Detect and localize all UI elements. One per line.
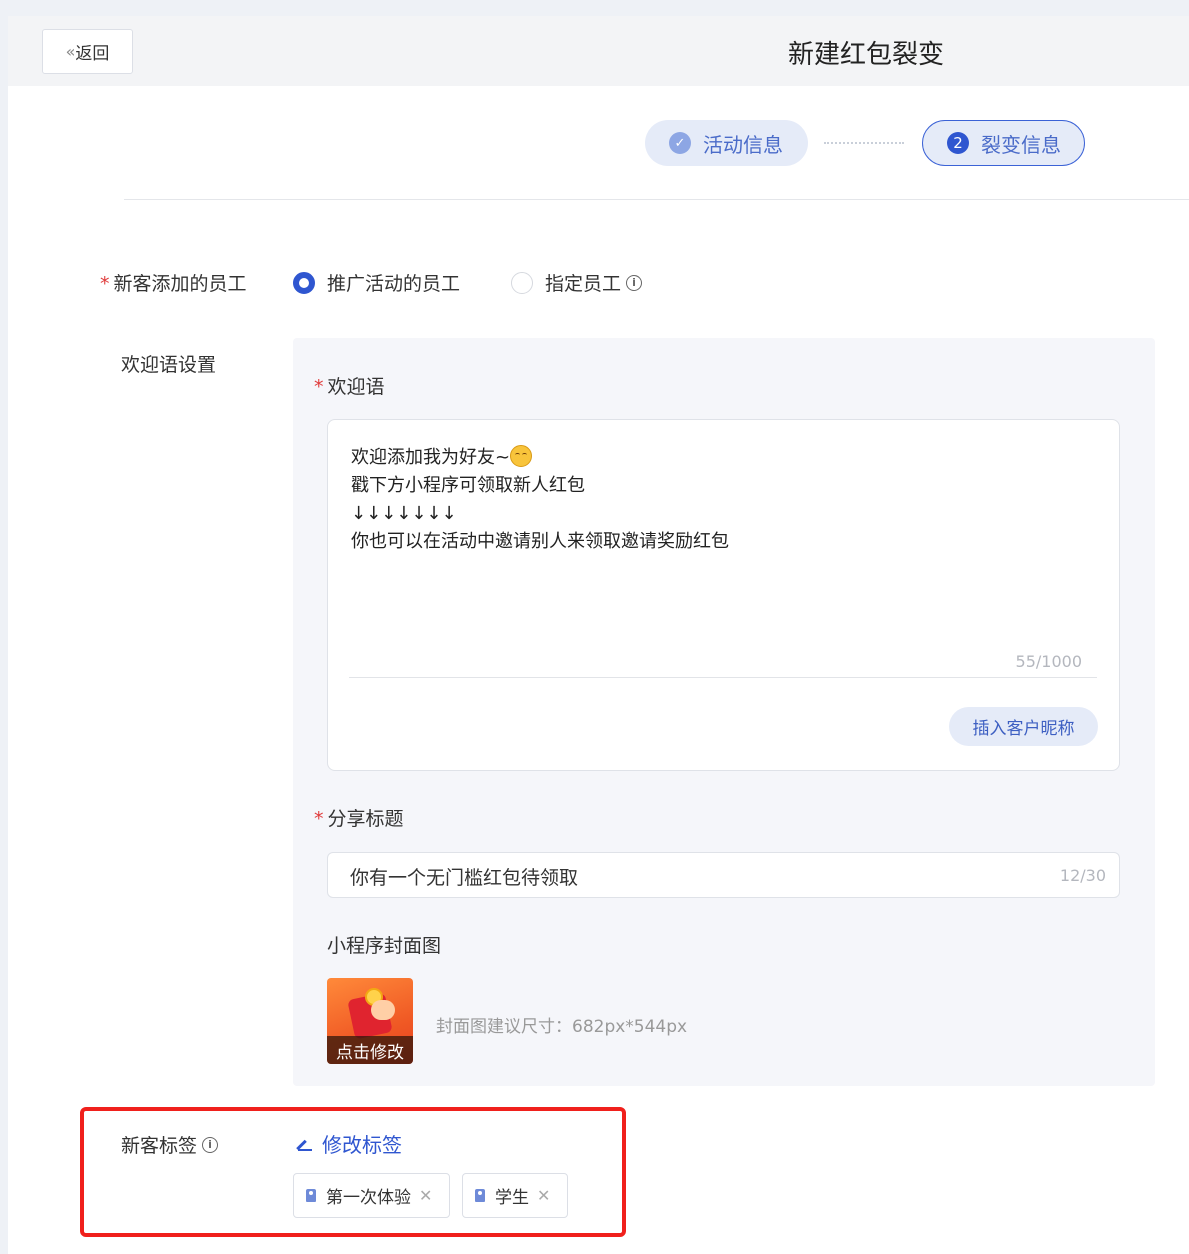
back-label: 返回 <box>75 44 110 64</box>
required-mark: * <box>100 273 110 295</box>
double-chevron-left-icon: ‹‹ <box>65 42 76 61</box>
radio-checked-icon <box>293 271 315 294</box>
top-bar: ‹‹ 返回 新建红包裂变 <box>8 16 1189 86</box>
share-title-counter: 12/30 <box>1059 866 1106 885</box>
check-icon: ✓ <box>669 132 691 154</box>
info-icon[interactable]: i <box>626 274 643 291</box>
welcome-section-label: 欢迎语设置 <box>121 354 217 376</box>
back-button[interactable]: ‹‹ 返回 <box>42 29 133 74</box>
smile-emoji-icon <box>510 445 533 467</box>
step-label: 裂变信息 <box>981 132 1061 157</box>
divider <box>124 199 1189 200</box>
cover-size-hint: 封面图建议尺寸：682px*544px <box>436 1017 688 1037</box>
step-fission-info[interactable]: 2 裂变信息 <box>922 120 1085 166</box>
step-connector <box>824 142 904 144</box>
staff-label: * 新客添加的员工 <box>100 273 247 295</box>
hand-icon <box>371 1000 395 1020</box>
share-title-label: * 分享标题 <box>314 808 404 830</box>
welcome-settings-panel: * 欢迎语 欢迎添加我为好友~ 戳下方小程序可领取新人红包 ↓↓↓↓↓↓↓ 你也可… <box>293 338 1155 1086</box>
step-number: 2 <box>947 132 969 154</box>
welcome-field-label: * 欢迎语 <box>314 376 385 398</box>
welcome-char-counter: 55/1000 <box>1015 652 1082 671</box>
cover-image[interactable]: 点击修改 <box>327 978 413 1064</box>
welcome-textarea[interactable]: 欢迎添加我为好友~ 戳下方小程序可领取新人红包 ↓↓↓↓↓↓↓ 你也可以在活动中… <box>327 419 1120 771</box>
step-label: 活动信息 <box>703 132 783 157</box>
page-title: 新建红包裂变 <box>787 40 944 70</box>
radio-promo-staff[interactable]: 推广活动的员工 <box>293 269 460 296</box>
insert-nickname-button[interactable]: 插入客户昵称 <box>949 707 1098 746</box>
required-mark: * <box>314 376 324 398</box>
radio-unchecked-icon <box>511 271 533 294</box>
share-title-value: 你有一个无门槛红包待领取 <box>350 867 579 889</box>
cover-edit-caption: 点击修改 <box>327 1036 413 1064</box>
steps-indicator: ✓ 活动信息 2 裂变信息 <box>8 120 1189 166</box>
welcome-message: 欢迎添加我为好友~ 戳下方小程序可领取新人红包 ↓↓↓↓↓↓↓ 你也可以在活动中… <box>351 445 729 552</box>
textarea-divider <box>349 677 1097 678</box>
radio-label: 指定员工 <box>545 273 622 295</box>
radio-designated-staff[interactable]: 指定员工 i <box>511 269 643 296</box>
step-activity-info[interactable]: ✓ 活动信息 <box>645 120 808 166</box>
radio-label: 推广活动的员工 <box>327 273 461 295</box>
highlight-box <box>80 1107 626 1237</box>
page: ‹‹ 返回 新建红包裂变 ✓ 活动信息 2 裂变信息 * 新客添加的员工 推广活动… <box>8 16 1189 1254</box>
cover-label: 小程序封面图 <box>327 935 442 957</box>
share-title-input[interactable]: 你有一个无门槛红包待领取 12/30 <box>327 852 1120 898</box>
required-mark: * <box>314 808 324 830</box>
